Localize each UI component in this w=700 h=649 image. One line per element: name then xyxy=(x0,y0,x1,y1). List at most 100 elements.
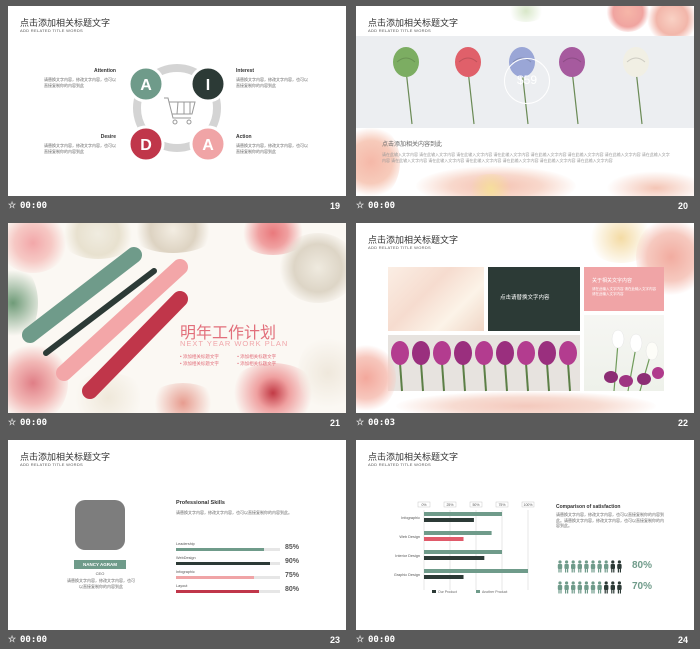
aida-desc: 请替换文字内容，修改文字内容，也可以直接复制你的内容到此 xyxy=(236,143,308,154)
aida-diagram: A I D A xyxy=(127,64,227,163)
person-icon xyxy=(571,560,576,573)
skills-title: Professional Skills xyxy=(176,500,225,506)
transition-star-icon[interactable]: ☆ xyxy=(356,417,364,428)
stat-percent: 70% xyxy=(632,581,653,592)
flower-decoration xyxy=(396,391,656,413)
aida-item-action: Action 请替换文字内容，修改文字内容，也可以直接复制你的内容到此 xyxy=(236,134,308,154)
slide-time: 00:00 xyxy=(368,635,396,645)
skill-value: 75% xyxy=(285,572,300,579)
slide-number: 23 xyxy=(329,635,340,645)
transition-star-icon[interactable]: ☆ xyxy=(356,634,364,645)
slide-footer: ☆ 00:00 23 xyxy=(8,632,346,648)
person-icon xyxy=(590,560,596,573)
slide-number: 21 xyxy=(329,418,340,428)
person-icon xyxy=(617,581,622,594)
aida-letter: I xyxy=(206,77,210,94)
body-text: 请在此输入文字内容 请在此输入文字内容 请在此输入文字内容 请在此输入文字内容 … xyxy=(382,152,670,163)
aida-heading: Attention xyxy=(94,68,116,74)
slide-thumb-19[interactable]: 点击添加相关标题文字 ADD RELATED TITLE WORDS A I D… xyxy=(8,6,346,216)
slide-number: 19 xyxy=(329,201,340,211)
slide-time: 00:00 xyxy=(20,201,48,211)
person-icon xyxy=(604,560,609,573)
avatar xyxy=(75,500,125,550)
aida-item-desire: Desire 请替换文字内容，修改文字内容，也可以直接复制你的内容到此 xyxy=(44,134,116,154)
person-icon xyxy=(557,560,563,573)
bullet-item: • 添加相关标题文字 xyxy=(180,361,219,366)
slide-time: 00:00 xyxy=(20,635,48,645)
aida-item-attention: Attention 请替换文字内容，修改文字内容，也可以直接复制你的内容到此 xyxy=(44,68,116,88)
slide-thumb-23[interactable]: 点击添加相关标题文字 ADD RELATED TITLE WORDS NANCY… xyxy=(8,440,346,649)
skill-bar-fill xyxy=(176,590,260,593)
aida-letter: D xyxy=(140,137,152,154)
aida-desc: 请替换文字内容，修改文字内容，也可以直接复制你的内容到此 xyxy=(44,143,116,154)
skill-value: 85% xyxy=(285,544,300,551)
skill-value: 80% xyxy=(285,586,300,593)
slide-time: 00:00 xyxy=(368,201,396,211)
aida-item-interest: Interest 请替换文字内容，修改文字内容，也可以直接复制你的内容到此 xyxy=(236,68,308,88)
stat-percent: 80% xyxy=(632,560,653,571)
aida-heading: Desire xyxy=(100,134,116,140)
slide-thumb-20[interactable]: 点击添加相关标题文字 ADD RELATED TITLE WORDS $59 点… xyxy=(356,6,694,216)
person-icon xyxy=(564,560,569,573)
person-icon xyxy=(617,560,622,573)
transition-star-icon[interactable]: ☆ xyxy=(8,200,16,211)
aida-desc: 请替换文字内容，修改文字内容，也可以直接复制你的内容到此 xyxy=(44,77,116,88)
slide-subtitle: ADD RELATED TITLE WORDS xyxy=(20,462,83,467)
aida-letter: A xyxy=(202,137,214,154)
rose-icon xyxy=(455,47,481,125)
aida-desc: 请替换文字内容，修改文字内容，也可以直接复制你的内容到此 xyxy=(236,77,308,88)
person-icon xyxy=(597,581,602,594)
caption: 点击添加相关内容到此 xyxy=(382,142,443,148)
person-icon xyxy=(577,581,582,594)
slide-footer: ☆ 00:03 22 xyxy=(356,415,694,431)
transition-star-icon[interactable]: ☆ xyxy=(8,634,16,645)
slide-20[interactable]: 点击添加相关标题文字 ADD RELATED TITLE WORDS $59 点… xyxy=(356,6,694,196)
cover-subtitle: NEXT YEAR WORK PLAN xyxy=(180,339,289,348)
role-label: CEO xyxy=(95,571,105,576)
slide-19[interactable]: 点击添加相关标题文字 ADD RELATED TITLE WORDS A I D… xyxy=(8,6,346,196)
slide-22[interactable]: 点击添加相关标题文字 ADD RELATED TITLE WORDS 点击请替换… xyxy=(356,223,694,413)
white-tulips-illustration xyxy=(604,329,664,392)
skill-bar-track xyxy=(176,590,280,593)
slide-footer: ☆ 00:00 20 xyxy=(356,198,694,214)
skill-name: WebDesign xyxy=(176,556,196,560)
person-icon xyxy=(597,560,602,573)
transition-star-icon[interactable]: ☆ xyxy=(356,200,364,211)
person-icon xyxy=(584,581,589,594)
slide-21[interactable]: 明年工作计划 NEXT YEAR WORK PLAN • 添加相关标题文字 • … xyxy=(8,223,346,413)
slide-footer: ☆ 00:00 24 xyxy=(356,632,694,648)
skill-value: 90% xyxy=(285,558,300,565)
slide-footer: ☆ 00:00 21 xyxy=(8,415,346,431)
price-label: $59 xyxy=(516,73,538,87)
slide-thumb-21[interactable]: 明年工作计划 NEXT YEAR WORK PLAN • 添加相关标题文字 • … xyxy=(8,223,346,433)
slide-thumb-24[interactable]: 点击添加相关标题文字 ADD RELATED TITLE WORDS 0% 25%… xyxy=(356,440,694,649)
shopping-cart-icon xyxy=(164,97,196,125)
person-icon xyxy=(557,581,563,594)
aida-heading: Action xyxy=(236,134,252,140)
skill-bar-track xyxy=(176,562,280,565)
person-icon xyxy=(571,581,576,594)
rose-icon xyxy=(623,47,649,125)
skill-bar-fill xyxy=(176,548,265,551)
skill-bar-track xyxy=(176,576,280,579)
slide-24[interactable]: 点击添加相关标题文字 ADD RELATED TITLE WORDS 0% 25%… xyxy=(356,440,694,630)
diagonal-stripes xyxy=(22,247,188,399)
transition-star-icon[interactable]: ☆ xyxy=(8,417,16,428)
aida-letter: A xyxy=(140,77,152,94)
person-icon xyxy=(577,560,582,573)
slide-time: 00:00 xyxy=(20,418,48,428)
person-icon xyxy=(610,560,615,573)
slide-number: 24 xyxy=(677,635,688,645)
person-icon xyxy=(584,560,589,573)
aida-heading: Interest xyxy=(236,68,255,74)
bullet-item: • 添加相关标题文字 xyxy=(237,354,277,359)
skill-name: Infographic xyxy=(176,570,195,574)
skill-name: Layout xyxy=(176,584,188,588)
slide-23[interactable]: 点击添加相关标题文字 ADD RELATED TITLE WORDS NANCY… xyxy=(8,440,346,630)
person-icon xyxy=(610,581,615,594)
slide-thumb-22[interactable]: 点击添加相关标题文字 ADD RELATED TITLE WORDS 点击请替换… xyxy=(356,223,694,433)
bullet-item: • 添加相关标题文字 xyxy=(237,361,277,366)
rose-icon xyxy=(559,47,585,125)
skill-bar-fill xyxy=(176,576,254,579)
skills-desc: 请替换文字内容，修改文字内容，也可以直接复制你的内容到此。 xyxy=(176,510,292,515)
